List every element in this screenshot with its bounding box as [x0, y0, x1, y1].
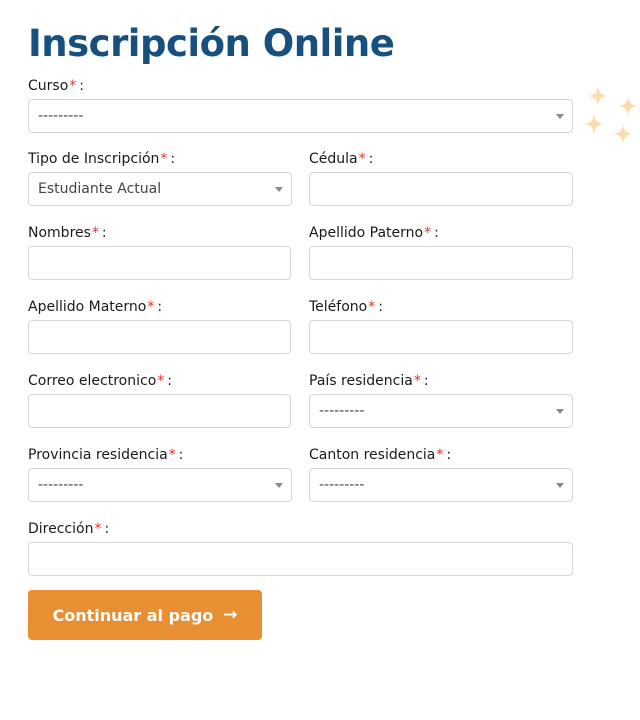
tipo-inscripcion-selected-value: Estudiante Actual: [38, 181, 162, 197]
arrow-right-icon: →: [223, 604, 238, 625]
canton-residencia-label: Canton residencia*:: [309, 447, 452, 463]
registration-page: Inscripción Online Curso*: --------- Tip…: [0, 0, 640, 720]
continuar-al-pago-button[interactable]: Continuar al pago →: [28, 590, 262, 640]
required-mark: *: [358, 151, 366, 167]
chevron-down-icon: [556, 483, 564, 488]
nombres-input[interactable]: [28, 246, 291, 280]
page-title: Inscripción Online: [28, 22, 395, 65]
required-mark: *: [91, 225, 99, 241]
chevron-down-icon: [275, 483, 283, 488]
required-mark: *: [160, 151, 168, 167]
field-apellido-materno: Apellido Materno*:: [28, 298, 291, 354]
provincia-residencia-label: Provincia residencia*:: [28, 447, 184, 463]
chevron-down-icon: [556, 114, 564, 119]
curso-select[interactable]: ---------: [28, 99, 573, 133]
correo-label: Correo electronico*:: [28, 373, 172, 389]
field-provincia-residencia: Provincia residencia*: ---------: [28, 446, 292, 502]
cedula-input[interactable]: [309, 172, 573, 206]
required-mark: *: [424, 225, 432, 241]
direccion-input[interactable]: [28, 542, 573, 576]
canton-residencia-selected-value: ---------: [319, 477, 365, 493]
provincia-residencia-selected-value: ---------: [38, 477, 84, 493]
field-correo: Correo electronico*:: [28, 372, 291, 428]
chevron-down-icon: [275, 187, 283, 192]
field-pais-residencia: País residencia*: ---------: [309, 372, 573, 428]
field-apellido-paterno: Apellido Paterno*:: [309, 224, 573, 280]
field-nombres: Nombres*:: [28, 224, 291, 280]
chevron-down-icon: [556, 409, 564, 414]
field-canton-residencia: Canton residencia*: ---------: [309, 446, 573, 502]
tipo-inscripcion-label: Tipo de Inscripción*:: [28, 151, 176, 167]
required-mark: *: [368, 299, 376, 315]
required-mark: *: [94, 521, 102, 537]
field-cedula: Cédula*:: [309, 150, 573, 206]
curso-label: Curso*:: [28, 78, 84, 94]
apellido-paterno-label: Apellido Paterno*:: [309, 225, 439, 241]
telefono-label: Teléfono*:: [309, 299, 383, 315]
field-tipo-inscripcion: Tipo de Inscripción*: Estudiante Actual: [28, 150, 292, 206]
required-mark: *: [413, 373, 421, 389]
field-telefono: Teléfono*:: [309, 298, 573, 354]
apellido-materno-label: Apellido Materno*:: [28, 299, 163, 315]
required-mark: *: [147, 299, 155, 315]
required-mark: *: [168, 447, 176, 463]
tipo-inscripcion-select[interactable]: Estudiante Actual: [28, 172, 292, 206]
apellido-paterno-input[interactable]: [309, 246, 573, 280]
apellido-materno-input[interactable]: [28, 320, 291, 354]
pais-residencia-selected-value: ---------: [319, 403, 365, 419]
nombres-label: Nombres*:: [28, 225, 107, 241]
required-mark: *: [69, 78, 77, 94]
required-mark: *: [436, 447, 444, 463]
continuar-al-pago-label: Continuar al pago: [52, 605, 214, 625]
field-direccion: Dirección*:: [28, 520, 573, 576]
direccion-label: Dirección*:: [28, 521, 110, 537]
provincia-residencia-select[interactable]: ---------: [28, 468, 292, 502]
correo-input[interactable]: [28, 394, 291, 428]
pais-residencia-label: País residencia*:: [309, 373, 429, 389]
cedula-label: Cédula*:: [309, 151, 374, 167]
field-curso: Curso*: ---------: [28, 77, 573, 133]
pais-residencia-select[interactable]: ---------: [309, 394, 573, 428]
telefono-input[interactable]: [309, 320, 573, 354]
sparkles-icon: [584, 86, 638, 144]
required-mark: *: [157, 373, 165, 389]
canton-residencia-select[interactable]: ---------: [309, 468, 573, 502]
curso-selected-value: ---------: [38, 108, 84, 124]
